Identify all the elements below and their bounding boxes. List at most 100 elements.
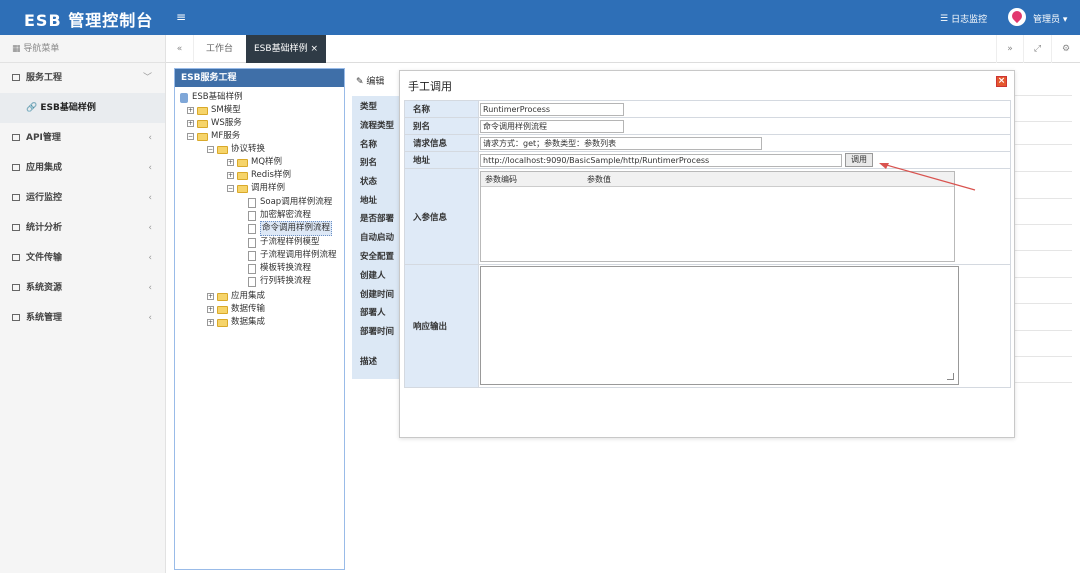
close-icon[interactable]: × xyxy=(310,44,318,54)
prop-label: 名称 xyxy=(360,140,378,150)
close-icon[interactable]: × xyxy=(996,76,1007,87)
tree-node[interactable]: 子流程样例模型 xyxy=(248,236,320,249)
user-menu[interactable]: 管理员 ▾ xyxy=(1033,12,1067,25)
sidebar-item-monitoring[interactable]: 运行监控 ‹ xyxy=(0,183,165,213)
tabs-prev-icon[interactable]: « xyxy=(166,35,194,63)
tree-node[interactable]: 行列转换流程 xyxy=(248,275,311,288)
tree-node[interactable]: − MF服务 xyxy=(187,130,240,143)
prop-label: 描述 xyxy=(360,357,378,367)
folder-icon xyxy=(237,158,248,167)
response-output-label: 响应输出 xyxy=(404,264,479,388)
invoke-button[interactable]: 调用 xyxy=(845,153,873,167)
tree-node[interactable]: − 协议转换 xyxy=(207,143,265,156)
tree-node[interactable]: − 调用样例 xyxy=(227,182,285,195)
tree-node[interactable]: + SM模型 xyxy=(187,104,241,117)
collapse-icon[interactable]: − xyxy=(227,185,234,192)
folder-outline-icon xyxy=(12,314,20,321)
alias-field[interactable]: 命令调用样例流程 xyxy=(480,119,624,133)
folder-icon xyxy=(217,292,228,301)
app-title: ESB 管理控制台 xyxy=(24,11,154,30)
tree-node-label: 子流程调用样例流程 xyxy=(260,250,337,260)
address-field[interactable]: http://localhost:9090/BasicSample/http/R… xyxy=(480,153,842,167)
sidebar-item-app-integration[interactable]: 应用集成 ‹ xyxy=(0,153,165,183)
tab-workbench[interactable]: 工作台 xyxy=(198,35,241,63)
tree-node[interactable]: + 应用集成 xyxy=(207,290,265,303)
folder-icon xyxy=(217,145,228,154)
tree-node[interactable]: + 数据传输 xyxy=(207,303,265,316)
expand-icon[interactable]: + xyxy=(207,293,214,300)
tree-node-selected[interactable]: 命令调用样例流程 xyxy=(248,221,333,236)
tree-node[interactable]: 子流程调用样例流程 xyxy=(248,249,337,262)
tree-node-label: Soap调用样例流程 xyxy=(260,197,333,207)
tabs-next-icon[interactable]: » xyxy=(996,35,1024,63)
expand-icon[interactable]: + xyxy=(227,159,234,166)
resize-grip-icon[interactable] xyxy=(947,373,954,380)
tree-node-label: 数据传输 xyxy=(231,304,266,314)
chevron-left-icon: ‹ xyxy=(148,283,152,293)
sidebar-item-system-admin[interactable]: 系统管理 ‹ xyxy=(0,303,165,333)
sidebar-item-api[interactable]: API管理 ‹ xyxy=(0,123,165,153)
chevron-left-icon: ‹ xyxy=(148,223,152,233)
sidebar-item-statistics[interactable]: 统计分析 ‹ xyxy=(0,213,165,243)
divider xyxy=(1015,330,1072,331)
expand-icon[interactable]: + xyxy=(187,107,194,114)
name-field[interactable]: RuntimerProcess xyxy=(480,102,624,116)
tree-node[interactable]: + 数据集成 xyxy=(207,316,265,329)
tree-node-root[interactable]: ESB基础样例 xyxy=(180,91,243,104)
tab-esb-basic-sample[interactable]: ESB基础样例 × xyxy=(246,35,326,63)
document-icon xyxy=(248,250,256,261)
tree-node-label: 调用样例 xyxy=(251,183,286,193)
settings-icon[interactable]: ⚙ xyxy=(1052,35,1080,63)
prop-label: 部署时间 xyxy=(360,327,395,337)
prop-label: 流程类型 xyxy=(360,121,395,131)
nav-title: ▦ 导航菜单 xyxy=(0,35,165,63)
user-name-label: 管理员 xyxy=(1033,15,1061,25)
edit-button[interactable]: ✎ 编辑 xyxy=(356,74,384,87)
folder-outline-icon xyxy=(12,224,20,231)
log-monitor-link[interactable]: ☰ 日志监控 xyxy=(940,12,987,26)
input-params-grid[interactable]: 参数编码 参数值 xyxy=(480,171,955,262)
fullscreen-icon[interactable]: ⤢ xyxy=(1024,35,1052,63)
request-info-field[interactable]: 请求方式：get；参数类型：参数列表 xyxy=(480,136,762,150)
expand-icon[interactable]: + xyxy=(187,120,194,127)
param-grid-header: 参数编码 参数值 xyxy=(481,172,954,187)
collapse-icon[interactable]: − xyxy=(207,146,214,153)
divider xyxy=(1015,95,1072,96)
sidebar-item-label: 服务工程 xyxy=(26,73,63,83)
tree-node[interactable]: Soap调用样例流程 xyxy=(248,196,332,209)
folder-outline-icon xyxy=(12,254,20,261)
sidebar-item-esb-basic-sample[interactable]: 🔗 ESB基础样例 xyxy=(0,93,165,123)
invoke-form: 名称 RuntimerProcess 别名 命令调用样例流程 请求信息 请求方式… xyxy=(404,100,1011,388)
tree-node[interactable]: + MQ样例 xyxy=(227,156,282,169)
sidebar-item-system-resources[interactable]: 系统资源 ‹ xyxy=(0,273,165,303)
tree-node-label: 行列转换流程 xyxy=(260,276,312,286)
tree-node-label: MQ样例 xyxy=(251,157,283,167)
chevron-left-icon: ‹ xyxy=(148,313,152,323)
hamburger-icon[interactable]: ≡ xyxy=(176,10,186,24)
expand-icon[interactable]: + xyxy=(207,319,214,326)
collapse-icon[interactable]: − xyxy=(187,133,194,140)
response-output-textarea[interactable] xyxy=(480,266,959,385)
sidebar-item-label: 统计分析 xyxy=(26,223,63,233)
tree-node[interactable]: 模板转换流程 xyxy=(248,262,311,275)
folder-icon xyxy=(217,318,228,327)
chevron-left-icon: ‹ xyxy=(148,163,152,173)
document-icon xyxy=(248,237,256,248)
tree-node[interactable]: + WS服务 xyxy=(187,117,242,130)
grid-icon: ▦ xyxy=(12,44,24,54)
tree-node-label: 子流程样例模型 xyxy=(260,237,320,247)
sidebar-item-service-project[interactable]: 服务工程 ﹀ xyxy=(0,63,165,93)
expand-icon[interactable]: + xyxy=(227,172,234,179)
tree-node[interactable]: + Redis样例 xyxy=(227,169,291,182)
sidebar-item-label: 系统资源 xyxy=(26,283,63,293)
sidebar-item-file-transfer[interactable]: 文件传输 ‹ xyxy=(0,243,165,273)
folder-icon xyxy=(197,132,208,141)
pencil-icon: ✎ xyxy=(356,77,367,87)
tree-node-label: WS服务 xyxy=(211,118,242,128)
expand-icon[interactable]: + xyxy=(207,306,214,313)
prop-label: 安全配置 xyxy=(360,252,395,262)
sidebar-item-label: ESB基础样例 xyxy=(40,103,96,113)
tab-label: ESB基础样例 xyxy=(254,44,308,54)
avatar[interactable] xyxy=(1008,8,1026,26)
tree-node-label: Redis样例 xyxy=(251,170,291,180)
